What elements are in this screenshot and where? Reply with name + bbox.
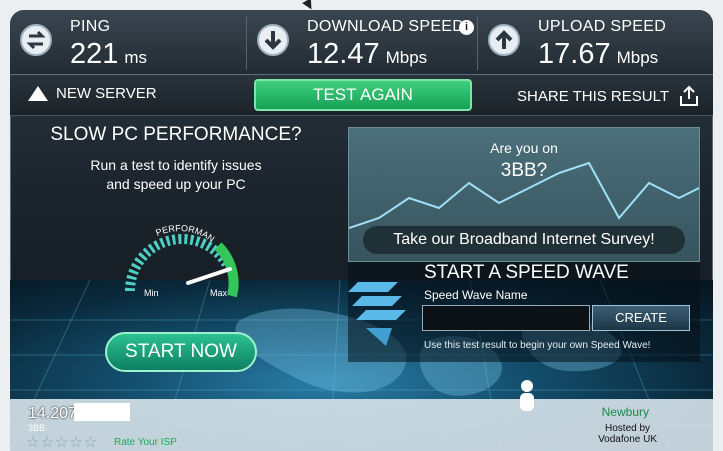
host-name: Vodafone UK xyxy=(598,434,657,445)
download-value: 12.47 Mbps xyxy=(307,38,427,71)
promo-text: Run a test to identify issues and speed u… xyxy=(10,156,342,194)
upload-unit: Mbps xyxy=(616,48,659,67)
share-icon xyxy=(680,85,698,106)
info-icon[interactable]: i xyxy=(459,20,474,35)
survey-question: Are you on xyxy=(490,140,558,156)
server-triangle-icon xyxy=(28,86,48,101)
ping-number: 221 xyxy=(70,38,119,70)
svg-text:PERFORMANCE: PERFORMANCE xyxy=(110,211,216,244)
speed-wave-hint: Use this test result to begin your own S… xyxy=(424,340,651,351)
promo-line-1: Run a test to identify issues xyxy=(90,157,262,173)
start-now-button[interactable]: START NOW xyxy=(105,332,257,372)
hosted-by-label: Hosted by xyxy=(605,423,651,434)
speed-wave-panel: START A SPEED WAVE Speed Wave Name CREAT… xyxy=(348,262,700,362)
gauge-max-label: Max xyxy=(210,288,228,298)
speed-wave-name-label: Speed Wave Name xyxy=(424,288,528,302)
gauge-min-label: Min xyxy=(144,288,159,298)
survey-button[interactable]: Take our Broadband Internet Survey! xyxy=(363,226,685,254)
speedtest-app: PING 221 ms DOWNLOAD SPEED i 12.47 Mbps UP… xyxy=(0,0,723,451)
rate-isp-link[interactable]: Rate Your ISP xyxy=(114,437,177,448)
download-unit: Mbps xyxy=(385,48,428,67)
test-again-button[interactable]: TEST AGAIN xyxy=(254,79,472,111)
server-info-bar: 14.207. 3BB ☆☆☆☆☆ Rate Your ISP Newbury … xyxy=(10,380,713,451)
promo-line-2: and speed up your PC xyxy=(106,176,246,192)
speed-wave-logo-icon xyxy=(348,282,406,346)
speedtest-panel: PING 221 ms DOWNLOAD SPEED i 12.47 Mbps UP… xyxy=(10,10,713,451)
download-stat: DOWNLOAD SPEED i 12.47 Mbps xyxy=(247,10,477,74)
share-label: SHARE THIS RESULT xyxy=(517,87,669,105)
isp-name: 3BB xyxy=(28,423,46,433)
promo-title: SLOW PC PERFORMANCE? xyxy=(50,124,302,145)
server-host: Hosted by Vodafone UK xyxy=(598,423,657,445)
redacted-ip xyxy=(74,403,130,421)
download-number: 12.47 xyxy=(307,38,380,70)
results-bar: PING 221 ms DOWNLOAD SPEED i 12.47 Mbps UP… xyxy=(10,10,713,75)
person-icon xyxy=(515,379,539,419)
gauge-label: PERFORMANCE xyxy=(107,203,217,244)
ping-label: PING xyxy=(70,18,111,35)
isp-survey-panel: Are you on 3BB? Take our Broadband Inter… xyxy=(348,127,700,262)
action-bar: NEW SERVER TEST AGAIN SHARE THIS RESULT xyxy=(10,75,713,116)
upload-label: UPLOAD SPEED xyxy=(538,18,667,35)
new-server-button[interactable]: NEW SERVER xyxy=(28,85,157,102)
pc-performance-promo: SLOW PC PERFORMANCE? Run a test to ident… xyxy=(10,116,342,298)
up-arrow-icon xyxy=(488,24,520,56)
speed-wave-title: START A SPEED WAVE xyxy=(424,262,629,283)
server-city: Newbury xyxy=(601,405,649,419)
isp-rating-stars[interactable]: ☆☆☆☆☆ xyxy=(26,433,98,451)
ping-stat: PING 221 ms xyxy=(10,10,240,74)
speed-wave-name-input[interactable] xyxy=(422,305,590,331)
upload-stat: UPLOAD SPEED 17.67 Mbps xyxy=(478,10,713,74)
down-arrow-icon xyxy=(257,24,289,56)
new-server-label: NEW SERVER xyxy=(56,85,157,102)
create-button[interactable]: CREATE xyxy=(592,305,690,331)
performance-gauge: PERFORMANCE Min Max xyxy=(107,203,250,321)
ping-value: 221 ms xyxy=(70,38,147,71)
ping-unit: ms xyxy=(124,48,148,67)
upload-number: 17.67 xyxy=(538,38,611,70)
survey-isp-name: 3BB? xyxy=(500,160,548,181)
upload-value: 17.67 Mbps xyxy=(538,38,658,71)
download-label: DOWNLOAD SPEED xyxy=(307,18,465,35)
share-result-button[interactable]: SHARE THIS RESULT xyxy=(517,85,699,107)
swap-arrows-icon xyxy=(20,24,52,56)
